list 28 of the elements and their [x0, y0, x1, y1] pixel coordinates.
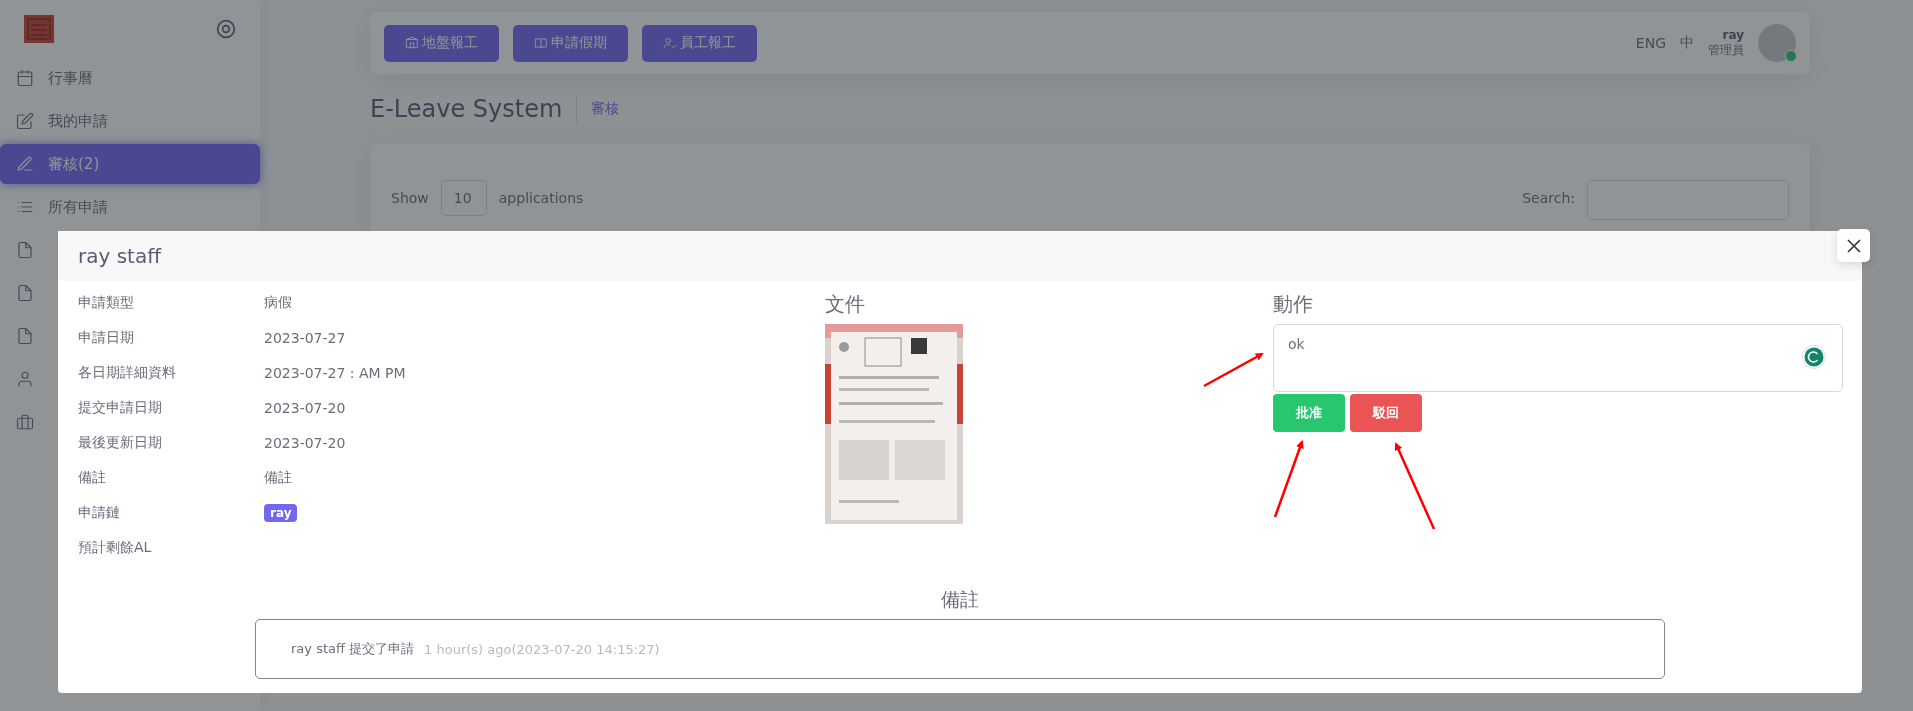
search-label: Search:	[1522, 189, 1575, 208]
document-heading: 文件	[825, 291, 866, 318]
log-entry: ray staff 提交了申請	[291, 640, 415, 658]
remarks-heading: 備註	[941, 587, 979, 612]
action-heading: 動作	[1273, 291, 1314, 318]
applications-label: applications	[498, 189, 584, 208]
detail-label: 預計剩餘AL	[78, 538, 153, 557]
detail-label: 最後更新日期	[78, 433, 163, 452]
detail-value: 2023-07-27 : AM PM	[264, 364, 406, 381]
detail-value: 2023-07-20	[264, 434, 346, 451]
page-title: E-Leave System	[370, 95, 578, 123]
approver-tag: ray	[264, 503, 298, 522]
dialog-title: ray staff	[58, 231, 1862, 281]
detail-label: 申請日期	[78, 328, 135, 347]
detail-value: 病假	[264, 293, 292, 312]
detail-label: 提交申請日期	[78, 398, 163, 417]
detail-value: 2023-07-20	[264, 399, 346, 416]
user-name: ray	[1722, 28, 1744, 43]
detail-label: 備註	[78, 468, 107, 487]
detail-value: 備註	[264, 468, 292, 487]
show-label: Show	[391, 189, 429, 208]
detail-label: 申請鏈	[78, 503, 121, 522]
comment-text: ok	[1288, 336, 1305, 352]
detail-value: 2023-07-27	[264, 329, 346, 346]
detail-label: 申請類型	[78, 293, 135, 312]
log-time: 1 hour(s) ago(2023-07-20 14:15:27)	[424, 641, 660, 657]
user-role: 管理員	[1708, 43, 1744, 58]
detail-label: 各日期詳細資料	[78, 363, 177, 382]
